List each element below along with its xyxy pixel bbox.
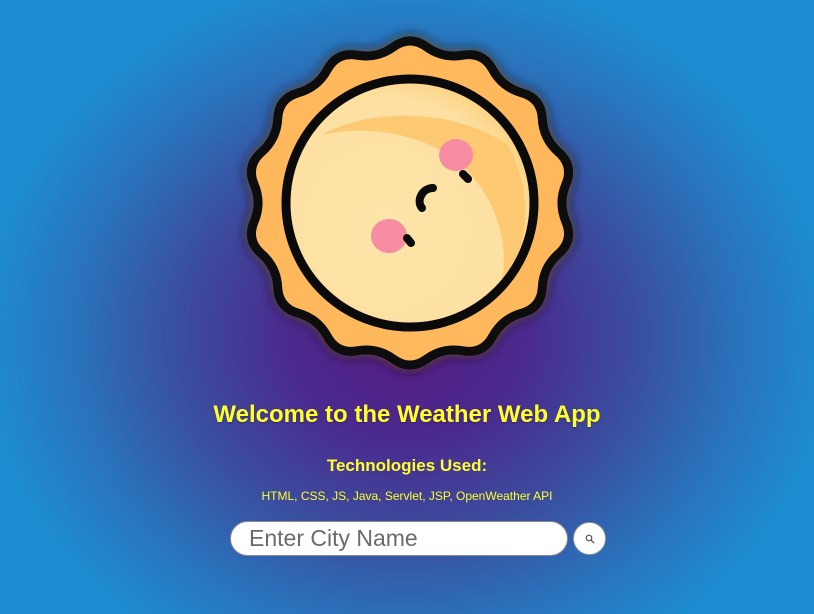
cheek-right <box>439 139 473 171</box>
city-search-input[interactable] <box>230 521 568 556</box>
search-button[interactable] <box>573 522 606 555</box>
technologies-list: HTML, CSS, JS, Java, Servlet, JSP, OpenW… <box>261 489 553 503</box>
sun-logo <box>232 18 588 370</box>
cheek-left <box>371 219 407 253</box>
technologies-heading: Technologies Used: <box>326 456 488 475</box>
sun-illustration <box>246 36 574 370</box>
search-bar <box>230 521 610 557</box>
page-title: Welcome to the Weather Web App <box>213 401 601 428</box>
search-icon <box>585 534 594 543</box>
